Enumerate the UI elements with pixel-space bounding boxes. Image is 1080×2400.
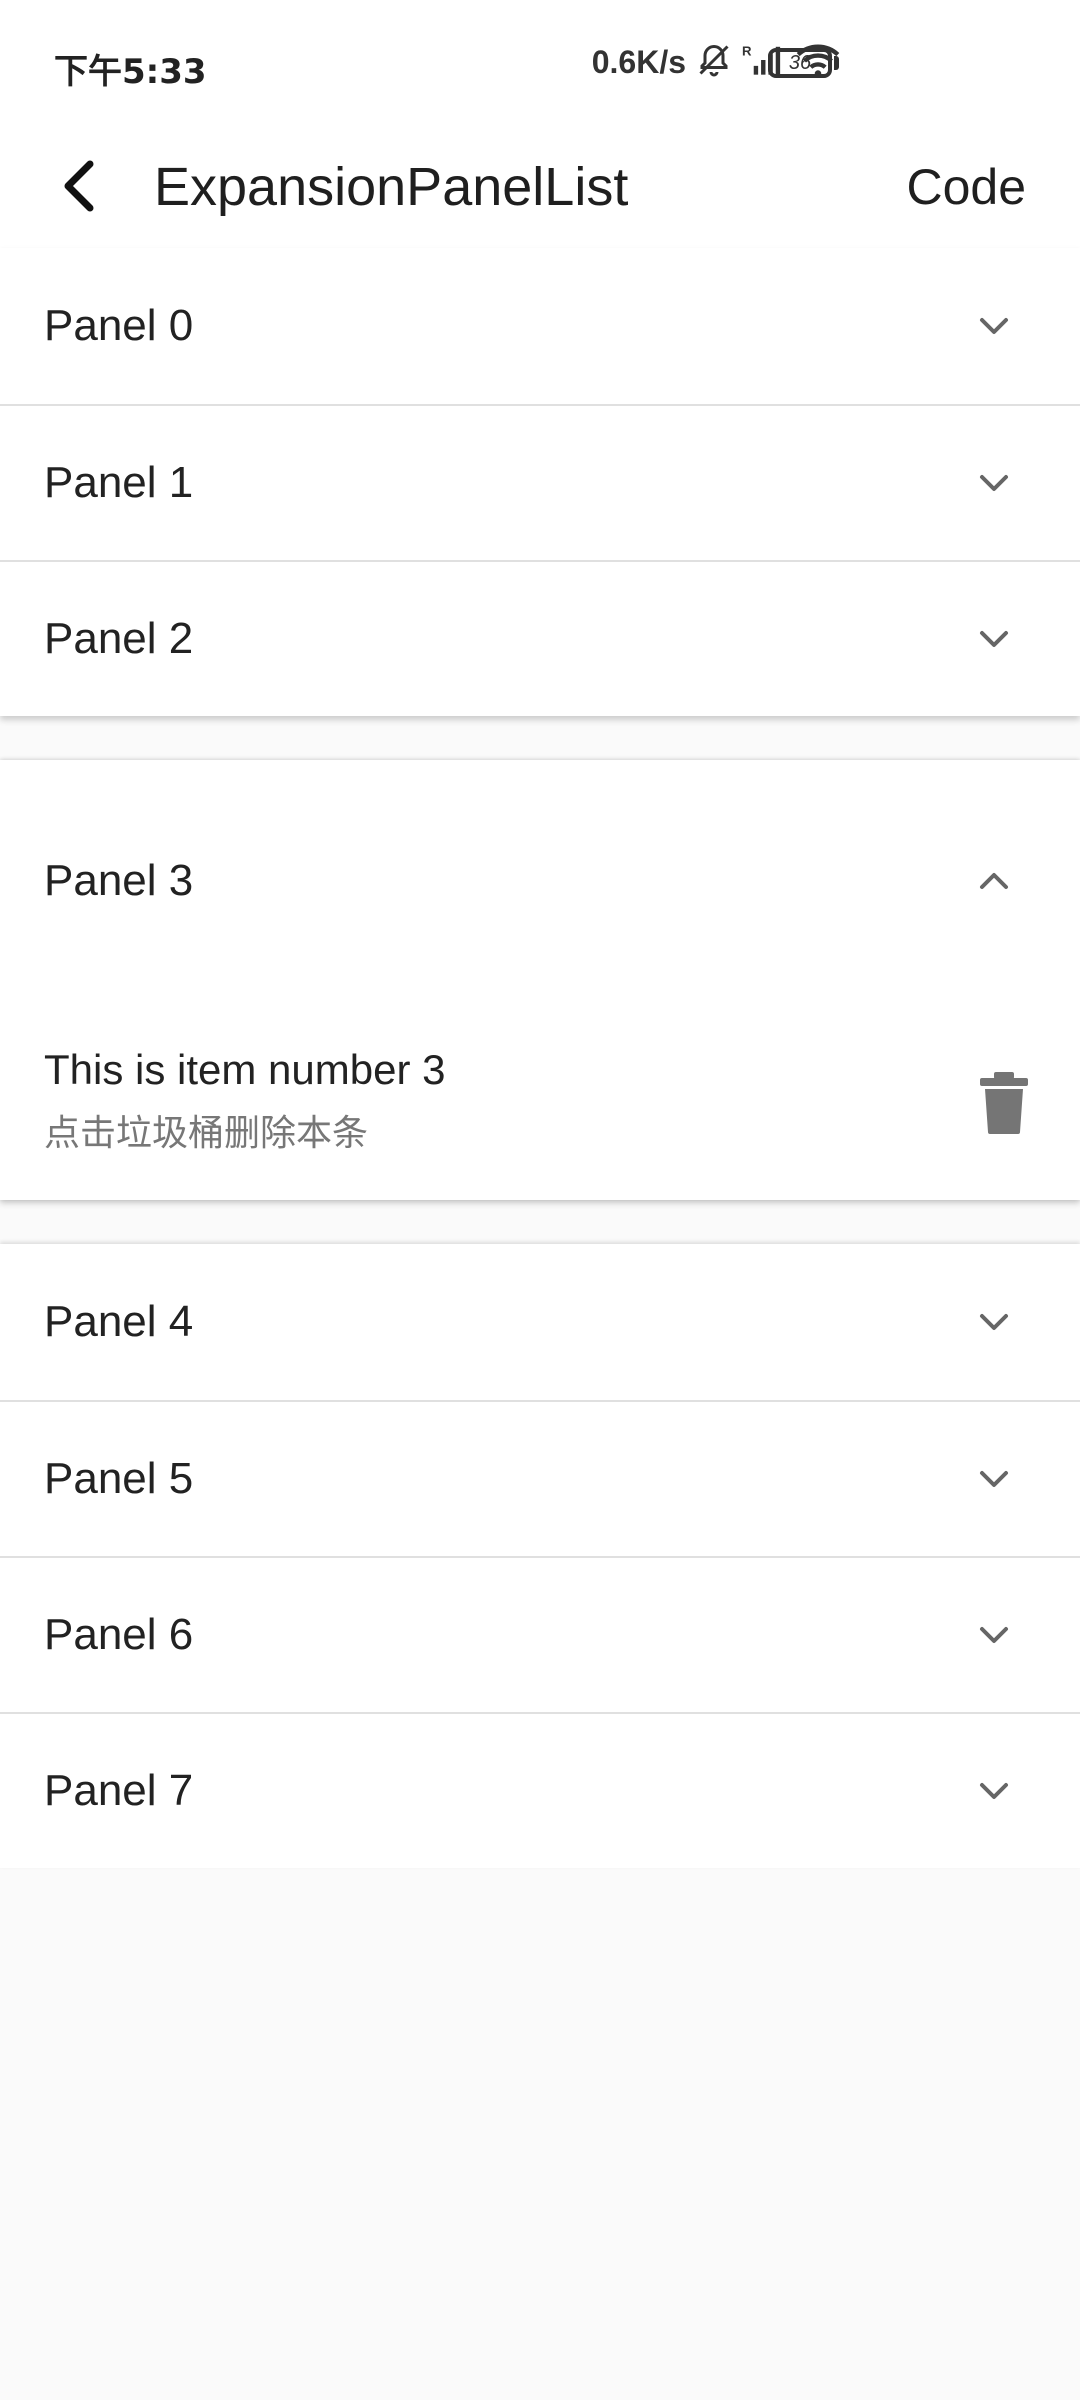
panel-header-6[interactable]: Panel 6 xyxy=(0,1556,1080,1712)
panel-label: Panel 0 xyxy=(44,301,194,350)
back-button[interactable] xyxy=(40,146,120,226)
status-bar: 下午5:33 0.6K/s R 36 xyxy=(0,0,1080,128)
panel-group-bottom: Panel 4 Panel 5 Panel 6 Panel 7 xyxy=(0,1244,1080,1868)
panel-label: Panel 1 xyxy=(44,458,194,507)
chevron-up-icon[interactable] xyxy=(974,861,1014,901)
panel-header-0[interactable]: Panel 0 xyxy=(0,248,1080,404)
mute-bell-icon xyxy=(696,42,732,83)
panel-label: Panel 5 xyxy=(44,1454,194,1503)
battery-level: 36 xyxy=(788,52,812,74)
trash-icon xyxy=(980,1072,1028,1134)
status-time: 下午5:33 xyxy=(54,52,207,92)
panel-label: Panel 3 xyxy=(44,856,194,905)
delete-button[interactable] xyxy=(976,1070,1032,1136)
chevron-down-icon[interactable] xyxy=(974,463,1014,503)
panel-label: Panel 2 xyxy=(44,614,194,663)
back-arrow-icon xyxy=(64,160,94,212)
panel-header-4[interactable]: Panel 4 xyxy=(0,1244,1080,1400)
chevron-down-icon[interactable] xyxy=(974,1615,1014,1655)
svg-text:R: R xyxy=(742,44,752,59)
item-title: This is item number 3 xyxy=(44,1046,446,1093)
app-bar: ExpansionPanelList Code xyxy=(0,128,1080,248)
panel-group-top: Panel 0 Panel 1 Panel 2 xyxy=(0,248,1080,716)
panel-label: Panel 6 xyxy=(44,1610,194,1659)
panel-header-5[interactable]: Panel 5 xyxy=(0,1400,1080,1556)
item-subtitle: 点击垃圾桶删除本条 xyxy=(44,1113,369,1154)
chevron-down-icon[interactable] xyxy=(974,1302,1014,1342)
page-title: ExpansionPanelList xyxy=(154,157,629,217)
panel-label: Panel 4 xyxy=(44,1297,194,1346)
battery-nub xyxy=(834,56,839,70)
code-button[interactable]: Code xyxy=(906,158,1026,216)
chevron-down-icon[interactable] xyxy=(974,619,1014,659)
panel-header-2[interactable]: Panel 2 xyxy=(0,560,1080,716)
panel-header-7[interactable]: Panel 7 xyxy=(0,1712,1080,1868)
panel-header-3[interactable]: Panel 3 xyxy=(0,760,1080,1002)
network-speed: 0.6K/s xyxy=(591,44,686,80)
chevron-down-icon[interactable] xyxy=(974,306,1014,346)
expanded-panel-3: Panel 3 This is item number 3 点击垃圾桶删除本条 xyxy=(0,760,1080,1200)
chevron-down-icon[interactable] xyxy=(974,1459,1014,1499)
panel-label: Panel 7 xyxy=(44,1766,194,1815)
panel-header-1[interactable]: Panel 1 xyxy=(0,404,1080,560)
chevron-down-icon[interactable] xyxy=(974,1771,1014,1811)
